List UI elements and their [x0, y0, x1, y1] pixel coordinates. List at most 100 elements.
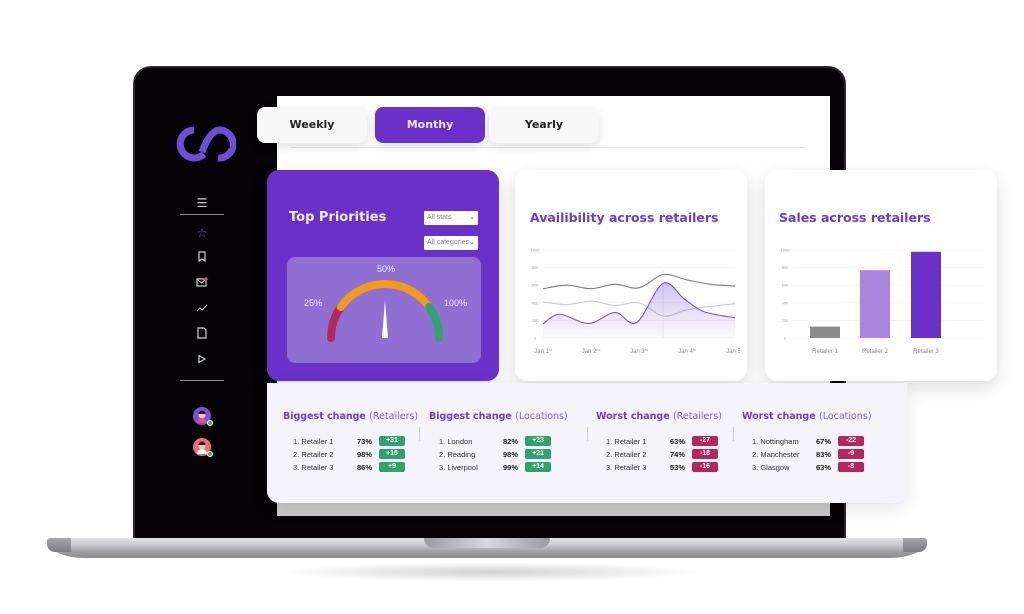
brand-logo[interactable] — [176, 126, 236, 162]
change-badge: +23 — [525, 436, 551, 446]
tab-weekly[interactable]: Weekly — [257, 107, 367, 143]
change-badge: -27 — [692, 436, 718, 446]
stat-row: 3. Glasgow 63% -8 — [742, 462, 872, 475]
stat-name: 3. Liverpool — [439, 463, 478, 472]
stat-percent: 53% — [670, 463, 686, 472]
gauge-needle — [382, 300, 388, 338]
stat-name: 1. Nottingham — [752, 437, 799, 446]
bar-2 — [860, 270, 890, 338]
sidebar-divider-top — [180, 214, 224, 215]
gauge-arc-high — [425, 303, 443, 342]
y-tick-label: 600 — [532, 283, 539, 288]
availability-line-chart: 0 200 400 600 800 1000 Jan 1st Jan 2nd Jan 3rd Ja… — [531, 248, 740, 356]
online-status-dot — [207, 451, 213, 457]
sidebar-divider-bottom — [180, 380, 224, 381]
change-badge: +9 — [379, 462, 405, 472]
user-avatar-1[interactable] — [193, 407, 213, 426]
screen-bottom-edge — [277, 502, 830, 516]
x-tick-label: Retailer 2 — [862, 349, 888, 355]
trend-icon[interactable] — [193, 300, 211, 318]
play-icon[interactable] — [193, 351, 211, 369]
stat-row: 3. Liverpool 99% +14 — [429, 462, 559, 475]
top-priorities-title: Top Priorities — [289, 210, 387, 225]
stat-name: 1. Retailer 1 — [606, 437, 647, 446]
gauge-arc-low — [327, 303, 345, 342]
priority-gauge — [327, 280, 443, 342]
stat-percent: 67% — [816, 437, 832, 446]
stat-percent: 82% — [503, 437, 519, 446]
document-icon[interactable] — [193, 326, 211, 344]
stat-row: 2. Reading 98% +21 — [429, 449, 559, 462]
stat-row: 2. Retailer 2 98% +15 — [283, 449, 413, 462]
stat-percent: 74% — [670, 450, 686, 459]
laptop-mockup: ☰ ☆ Weekly Monthy Yearly Top Priorities … — [0, 0, 1024, 614]
series-area — [543, 282, 735, 338]
y-tick-label: 400 — [532, 300, 539, 305]
x-tick-label: Jan 2nd — [582, 348, 601, 355]
categories-filter-select[interactable]: All categories ⌄ — [424, 236, 478, 250]
stat-divider — [419, 427, 420, 441]
change-badge: +21 — [525, 449, 551, 459]
bar-1 — [810, 326, 840, 338]
y-tick-label: 200 — [782, 318, 789, 323]
laptop-shadow — [275, 562, 705, 582]
bar-3 — [911, 251, 941, 338]
series-line-1 — [542, 273, 736, 290]
stat-name: 2. Retailer 2 — [606, 450, 647, 459]
menu-icon[interactable]: ☰ — [193, 194, 211, 212]
y-tick-label: 800 — [782, 265, 789, 270]
stat-name: 3. Glasgow — [752, 463, 790, 472]
y-tick-label: 600 — [782, 283, 789, 288]
change-badge: -16 — [692, 462, 718, 472]
stat-percent: 99% — [503, 463, 519, 472]
user-avatar-2[interactable] — [193, 438, 213, 457]
laptop-notch — [424, 538, 550, 548]
y-tick-label: 1000 — [781, 248, 791, 253]
stat-row: 3. Retailer 3 53% -16 — [596, 462, 726, 475]
x-tick-label: Jan 4th — [678, 348, 696, 355]
chevron-down-icon: ⌄ — [469, 239, 475, 246]
stat-row: 1. Retailer 1 63% -27 — [596, 436, 726, 449]
stat-name: 2. Reading — [439, 450, 476, 459]
y-tick-label: 1000 — [531, 248, 541, 253]
x-tick-label: Jan 5th — [726, 348, 740, 355]
stat-percent: 98% — [503, 450, 519, 459]
stat-row: 1. Retailer 1 73% +31 — [283, 436, 413, 449]
bookmark-icon[interactable] — [193, 249, 211, 267]
x-tick-label: Jan 1st — [534, 348, 551, 355]
stat-name: 2. Retailer 2 — [293, 450, 334, 459]
y-tick-label: 0 — [534, 336, 537, 341]
stat-divider — [587, 427, 588, 441]
tab-yearly[interactable]: Yearly — [489, 107, 599, 143]
x-tick-label: Retailer 1 — [812, 349, 838, 355]
availability-title: Availibility across retailers — [530, 210, 719, 225]
tab-monthly[interactable]: Monthy — [375, 107, 485, 143]
chevron-down-icon: ⌄ — [469, 214, 475, 221]
y-tick-label: 200 — [532, 318, 539, 323]
stat-name: 1. London — [439, 437, 473, 446]
stat-heading: Biggest change (Locations) — [429, 411, 568, 422]
sales-title: Sales across retailers — [779, 210, 931, 225]
stats-filter-select[interactable]: All stats ⌄ — [424, 211, 478, 225]
stat-percent: 86% — [357, 463, 373, 472]
stat-percent: 98% — [357, 450, 373, 459]
mail-icon[interactable] — [193, 275, 211, 293]
y-tick-label: 800 — [532, 265, 539, 270]
stat-block: Biggest change (Locations) 1. London 82% +2… — [429, 411, 568, 472]
stat-name: 3. Retailer 3 — [606, 463, 647, 472]
stat-divider — [733, 427, 734, 441]
stat-row: 1. London 82% +23 — [429, 436, 559, 449]
stat-block: Worst change (Locations) 1. Nottingham 67%… — [742, 411, 872, 472]
stat-row: 2. Retailer 2 74% -18 — [596, 449, 726, 462]
star-icon[interactable]: ☆ — [193, 224, 211, 242]
change-badge: -9 — [838, 449, 864, 459]
stat-row: 3. Retailer 3 86% +9 — [283, 462, 413, 475]
change-badge: -18 — [692, 449, 718, 459]
stat-block: Worst change (Retailers) 1. Retailer 1 63%… — [596, 411, 722, 472]
categories-filter-value: All categories — [427, 239, 470, 246]
change-stats-panel: Biggest change (Retailers) 1. Retailer 1 7… — [267, 383, 907, 503]
stat-percent: 83% — [816, 450, 832, 459]
sales-bar-chart: 0 200 400 600 800 1000 Retailer 1 Retailer 2 Ret… — [781, 248, 985, 355]
y-tick-label: 0 — [784, 336, 787, 341]
stat-percent: 63% — [670, 437, 686, 446]
